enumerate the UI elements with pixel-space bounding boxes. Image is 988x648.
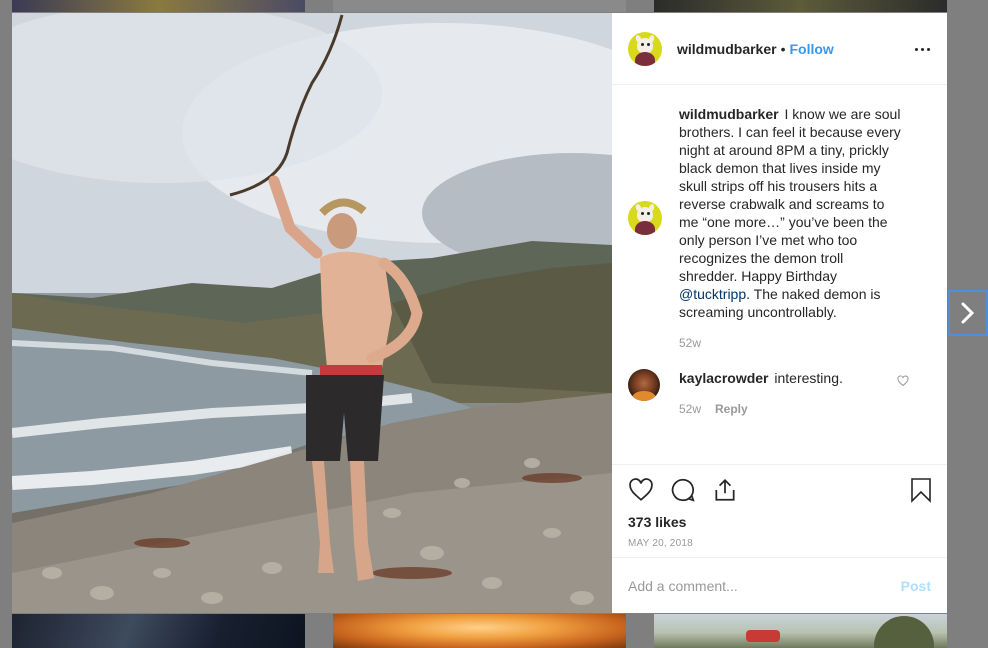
post-details-panel: wildmudbarker • Follow wildmudbarker I k… (612, 13, 947, 613)
caption-author-avatar[interactable] (628, 201, 662, 235)
comment-text: kaylacrowder interesting. (679, 369, 903, 387)
post-comment-button[interactable]: Post (901, 578, 931, 594)
share-icon[interactable] (712, 477, 738, 503)
comment-icon[interactable] (670, 477, 696, 503)
commenter-username-link[interactable]: kaylacrowder (679, 370, 769, 386)
post-date[interactable]: MAY 20, 2018 (628, 538, 931, 549)
thumbnail-detail (874, 616, 934, 648)
chevron-right-icon (961, 302, 975, 324)
likes-count[interactable]: 373 likes (628, 514, 931, 530)
mention-link[interactable]: @tucktripp (679, 286, 746, 302)
comment-like-heart-icon[interactable] (897, 375, 909, 387)
post-header: wildmudbarker • Follow (612, 13, 947, 85)
grid-thumbnail[interactable] (654, 614, 947, 648)
author-avatar[interactable] (628, 31, 662, 66)
follow-button[interactable]: Follow (790, 41, 834, 57)
grid-thumbnail[interactable] (333, 614, 626, 648)
caption-text: wildmudbarker I know we are soul brother… (679, 105, 903, 321)
comment-body: interesting. (774, 370, 843, 386)
thumbnail-detail (746, 630, 780, 642)
caption-comment: wildmudbarker I know we are soul brother… (628, 105, 931, 350)
post-actions: 373 likes MAY 20, 2018 (612, 464, 947, 557)
add-comment-bar: Post (612, 557, 947, 613)
caption-body: I know we are soul brothers. I can feel … (679, 106, 901, 284)
heart-icon[interactable] (628, 477, 654, 503)
grid-thumbnail[interactable] (333, 0, 626, 12)
comment-age[interactable]: 52w (679, 402, 701, 416)
comment-item: kaylacrowder interesting. 52w Reply (628, 369, 931, 416)
more-options-icon[interactable] (915, 41, 931, 57)
caption-meta: 52w (679, 336, 903, 350)
separator-dot: • (780, 40, 786, 57)
reply-button[interactable]: Reply (715, 402, 748, 416)
post-photo[interactable] (12, 13, 612, 613)
commenter-avatar[interactable] (628, 369, 660, 401)
caption-age[interactable]: 52w (679, 336, 701, 350)
grid-thumbnail[interactable] (12, 0, 305, 12)
beach-photo-illustration (12, 13, 612, 613)
author-username-link[interactable]: wildmudbarker (677, 41, 777, 57)
next-post-button[interactable] (948, 290, 988, 336)
comment-meta: 52w Reply (679, 402, 903, 416)
comment-input[interactable] (628, 577, 901, 594)
grid-thumbnail[interactable] (654, 0, 947, 12)
grid-thumbnail[interactable] (12, 614, 305, 648)
caption-username-link[interactable]: wildmudbarker (679, 106, 779, 122)
comments-list[interactable]: wildmudbarker I know we are soul brother… (612, 85, 947, 464)
bookmark-icon[interactable] (909, 477, 933, 503)
